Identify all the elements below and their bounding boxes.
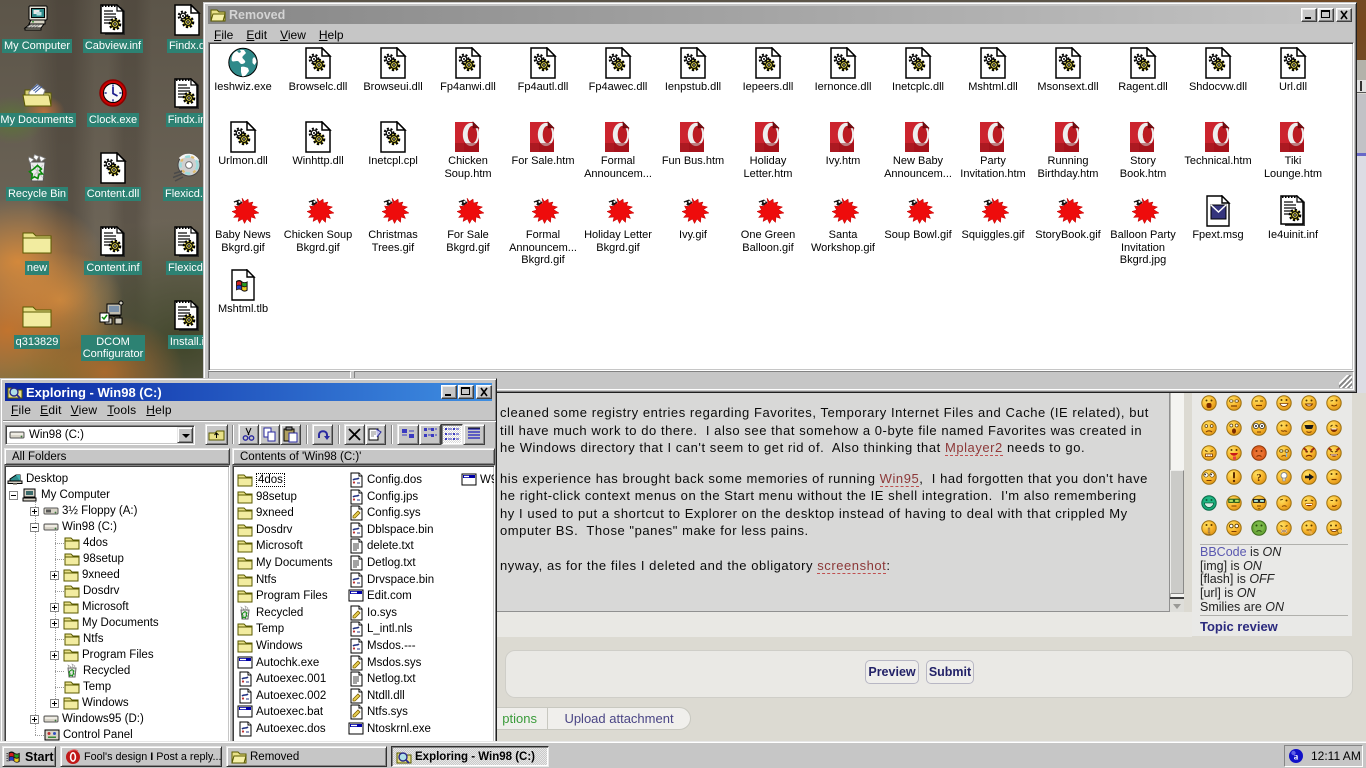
svg-text:?: ? [1256,472,1262,484]
